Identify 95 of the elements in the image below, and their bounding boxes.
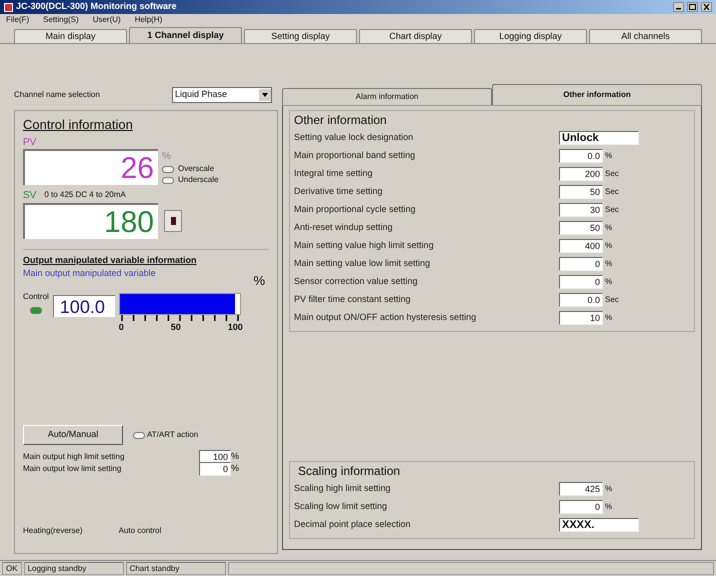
unit-label: % [231, 462, 240, 476]
unit-label: Sec [605, 186, 619, 198]
tab[interactable]: 1 Channel display [129, 27, 242, 43]
unit-label: % [605, 150, 612, 162]
scale-label: 0 [118, 320, 124, 334]
minimize-button[interactable] [673, 2, 684, 12]
unit-label: Sec [605, 294, 619, 306]
setting-label: PV filter time constant setting [294, 293, 412, 306]
value-field[interactable]: 0.0 [559, 293, 603, 307]
info-tab[interactable]: Other information [492, 84, 702, 105]
setting-label: Scaling low limit setting [294, 500, 388, 514]
close-icon [703, 4, 710, 10]
pv-label: PV [23, 136, 38, 148]
setting-label: Setting value lock designation [294, 131, 414, 144]
pv-display: 26 [23, 148, 158, 184]
status-panel: Chart standby [126, 562, 226, 575]
unit-label: % [605, 222, 612, 234]
maximize-icon [689, 4, 696, 10]
value-field[interactable]: 0 [559, 275, 603, 289]
channel-dropdown[interactable]: Liquid Phase [172, 87, 272, 103]
app-icon [4, 2, 13, 12]
setting-label: Main setting value high limit setting [294, 239, 435, 252]
value-field[interactable]: 30 [559, 203, 603, 217]
setting-label: Main proportional cycle setting [294, 203, 417, 216]
maximize-button[interactable] [687, 2, 698, 12]
rectangle-icon [170, 216, 176, 224]
scale-label: 100 [228, 320, 243, 334]
sv-display: 180 [23, 202, 158, 238]
group-title: Other information [294, 112, 388, 129]
value-field[interactable]: 0 [199, 462, 231, 476]
output-subtitle: Main output manipulated variable [23, 267, 156, 280]
unit-label: % [605, 501, 612, 513]
unit-label: % [605, 240, 612, 252]
output-value: 100.0 [52, 294, 115, 316]
menu-item[interactable]: User(U) [92, 14, 121, 26]
setting-label: Main output ON/OFF action hysteresis setting [294, 311, 478, 324]
value-field[interactable]: XXXX. [559, 518, 639, 532]
section-title: Control information [23, 116, 134, 134]
value-field[interactable]: 400 [559, 239, 603, 253]
status-panel: Logging standby [24, 562, 124, 575]
menu-item[interactable]: Setting(S) [43, 14, 79, 26]
tab[interactable]: Chart display [359, 29, 472, 43]
setting-label: Main setting value low limit setting [294, 257, 432, 270]
setting-label: Decimal point place selection [294, 518, 412, 532]
value-field[interactable]: 425 [559, 482, 603, 496]
menu-item[interactable]: File(F) [6, 14, 30, 26]
unit-label: % [605, 276, 612, 288]
value-field[interactable]: 0 [559, 500, 603, 514]
status-panel: OK [2, 562, 22, 575]
close-button[interactable] [701, 2, 712, 12]
unit-label: % [253, 272, 265, 290]
unit-label: % [605, 312, 612, 324]
limit-label: Main output low limit setting [23, 463, 122, 475]
value-field[interactable]: 0.0 [559, 149, 603, 163]
tab[interactable]: Main display [14, 29, 127, 43]
value-field[interactable]: 10 [559, 311, 603, 325]
scale-label: 50 [170, 320, 181, 334]
menu-item[interactable]: Help(H) [134, 14, 162, 26]
value-field[interactable]: 50 [559, 221, 603, 235]
value-field[interactable]: 200 [559, 167, 603, 181]
sv-label: SV [23, 188, 36, 202]
unit-label: % [605, 258, 612, 270]
mode-label: Heating(reverse) [23, 525, 83, 537]
auto-manual-button[interactable]: Auto/Manual [23, 425, 123, 445]
setting-label: Derivative time setting [294, 185, 384, 198]
setting-label: Scaling high limit setting [294, 482, 392, 496]
unit-label: % [605, 483, 612, 495]
unit-label: Sec [605, 204, 619, 216]
limit-label: Main output high limit setting [23, 451, 126, 463]
tab[interactable]: Setting display [244, 29, 357, 43]
setting-label: Main proportional band setting [294, 149, 416, 162]
value-field[interactable]: 50 [559, 185, 603, 199]
window-title: JC-300(DCL-300) Monitoring software [16, 0, 178, 14]
setting-label: Anti-reset windup setting [294, 221, 394, 234]
lamp-label: AT/ART action [147, 429, 198, 441]
unit-label: % [162, 150, 172, 164]
setting-label: Sensor correction value setting [294, 275, 419, 288]
group-title: Scaling information [297, 463, 402, 480]
info-tab[interactable]: Alarm information [282, 88, 492, 105]
tab[interactable]: Logging display [474, 29, 587, 43]
setting-label: Integral time setting [294, 167, 374, 180]
unit-label: % [231, 450, 240, 464]
unit-label: Sec [605, 168, 619, 180]
value-field[interactable]: Unlock [559, 131, 639, 145]
lamp-label: Overscale [178, 163, 214, 175]
mode-label: Auto control [118, 525, 162, 537]
tab[interactable]: All channels [589, 29, 702, 43]
sv-set-button[interactable] [164, 210, 182, 232]
channel-label: Channel name selection [14, 89, 101, 101]
section-title: Output manipulated variable information [23, 254, 198, 267]
lamp-label: Control [23, 290, 49, 302]
range-text: 0 to 425 DC 4 to 20mA [44, 189, 126, 201]
scale-ticks-icon [118, 314, 241, 320]
value-field[interactable]: 0 [559, 257, 603, 271]
lamp-label: Underscale [178, 174, 218, 186]
